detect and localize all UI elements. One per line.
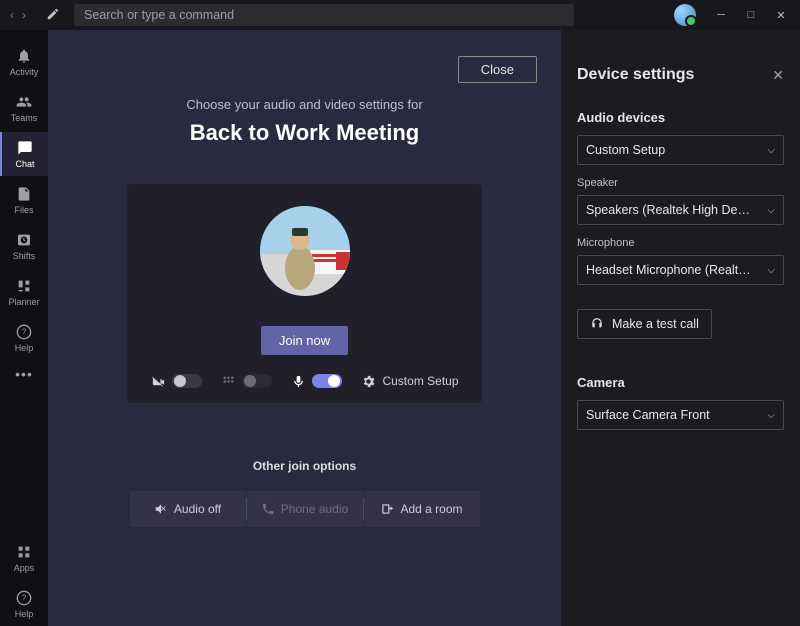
meeting-title: Back to Work Meeting	[190, 120, 419, 146]
video-toggle[interactable]	[172, 374, 202, 388]
choose-settings-text: Choose your audio and video settings for	[186, 97, 422, 112]
files-icon	[15, 185, 33, 203]
select-value: Headset Microphone (Realtek High D...	[586, 263, 751, 277]
speaker-select[interactable]: Speakers (Realtek High Definition Au... …	[577, 195, 784, 225]
help-icon: ?	[15, 323, 33, 341]
window-minimize-icon[interactable]: ─	[706, 0, 736, 30]
sidebar-item-apps[interactable]: Apps	[0, 536, 48, 580]
opt-label: Audio off	[174, 502, 221, 516]
select-value: Speakers (Realtek High Definition Au...	[586, 203, 751, 217]
chat-icon	[16, 139, 34, 157]
history-nav: ‹ ›	[4, 8, 32, 22]
people-icon	[15, 93, 33, 111]
other-join-header: Other join options	[253, 459, 356, 473]
sidebar-item-label: Help	[15, 343, 34, 353]
audio-off-option[interactable]: Audio off	[130, 491, 246, 527]
select-value: Custom Setup	[586, 143, 665, 157]
opt-label: Phone audio	[281, 502, 348, 516]
gear-icon	[360, 373, 376, 389]
add-room-option[interactable]: Add a room	[364, 491, 480, 527]
microphone-icon	[290, 373, 306, 389]
custom-setup-label: Custom Setup	[382, 374, 458, 388]
panel-title: Device settings	[577, 66, 694, 84]
blur-toggle[interactable]	[242, 374, 272, 388]
microphone-select[interactable]: Headset Microphone (Realtek High D... ⌵	[577, 255, 784, 285]
search-input[interactable]: Search or type a command	[74, 4, 574, 26]
test-call-button[interactable]: Make a test call	[577, 309, 712, 339]
opt-label: Add a room	[400, 502, 462, 516]
chevron-down-icon: ⌵	[767, 410, 775, 421]
test-call-label: Make a test call	[612, 317, 699, 331]
phone-audio-option[interactable]: Phone audio	[247, 491, 363, 527]
mic-toggle[interactable]	[312, 374, 342, 388]
video-toggle-group	[150, 373, 202, 389]
device-settings-panel: Device settings ✕ Audio devices Custom S…	[561, 30, 800, 626]
join-now-button[interactable]: Join now	[261, 326, 348, 355]
speaker-label: Speaker	[577, 177, 784, 189]
sidebar-item-activity[interactable]: Activity	[0, 40, 48, 84]
help-icon: ?	[15, 589, 33, 607]
nav-forward-icon[interactable]: ›	[22, 8, 26, 22]
device-settings-link[interactable]: Custom Setup	[360, 373, 458, 389]
title-bar: ‹ › Search or type a command ─ □ ✕	[0, 0, 800, 30]
sidebar-item-label: Shifts	[13, 251, 36, 261]
profile-avatar[interactable]	[674, 4, 696, 26]
sidebar-item-label: Apps	[14, 563, 35, 573]
sidebar-item-label: Files	[14, 205, 33, 215]
blur-toggle-group	[220, 373, 272, 389]
compose-icon[interactable]	[46, 7, 60, 24]
audio-device-select[interactable]: Custom Setup ⌵	[577, 135, 784, 165]
sidebar-item-label: Activity	[10, 67, 39, 77]
svg-text:?: ?	[22, 328, 27, 337]
sidebar-item-chat[interactable]: Chat	[0, 132, 48, 176]
sidebar-item-help[interactable]: ? Help	[0, 582, 48, 626]
sidebar-item-help-top[interactable]: ? Help	[0, 316, 48, 360]
chevron-down-icon: ⌵	[767, 265, 775, 276]
window-maximize-icon[interactable]: □	[736, 0, 766, 30]
svg-text:?: ?	[22, 594, 27, 603]
panel-close-icon[interactable]: ✕	[772, 67, 784, 84]
user-avatar	[260, 206, 350, 296]
sidebar-item-label: Chat	[15, 159, 34, 169]
audio-devices-header: Audio devices	[577, 110, 784, 125]
chevron-down-icon: ⌵	[767, 205, 775, 216]
sidebar-item-teams[interactable]: Teams	[0, 86, 48, 130]
sidebar-item-label: Teams	[11, 113, 38, 123]
blur-icon	[220, 373, 236, 389]
shifts-icon	[15, 231, 33, 249]
app-sidebar: Activity Teams Chat Files Shifts Planner…	[0, 30, 48, 626]
sidebar-item-files[interactable]: Files	[0, 178, 48, 222]
other-join-options: Audio off Phone audio Add a room	[130, 491, 480, 527]
nav-back-icon[interactable]: ‹	[10, 8, 14, 22]
microphone-label: Microphone	[577, 237, 784, 249]
bell-icon	[15, 47, 33, 65]
av-controls: Custom Setup	[150, 373, 458, 389]
sidebar-more-icon[interactable]: •••	[15, 366, 33, 382]
apps-icon	[15, 543, 33, 561]
video-off-icon	[150, 373, 166, 389]
window-close-icon[interactable]: ✕	[766, 0, 796, 30]
camera-select[interactable]: Surface Camera Front ⌵	[577, 400, 784, 430]
sidebar-item-label: Planner	[8, 297, 39, 307]
planner-icon	[15, 277, 33, 295]
headset-icon	[590, 317, 604, 331]
chevron-down-icon: ⌵	[767, 145, 775, 156]
video-preview-card: Join now Custom Setup	[127, 184, 482, 403]
prejoin-area: Close Choose your audio and video settin…	[48, 30, 561, 626]
close-button[interactable]: Close	[458, 56, 537, 83]
search-placeholder: Search or type a command	[84, 8, 234, 22]
select-value: Surface Camera Front	[586, 408, 710, 422]
mic-toggle-group	[290, 373, 342, 389]
sidebar-item-shifts[interactable]: Shifts	[0, 224, 48, 268]
sidebar-item-planner[interactable]: Planner	[0, 270, 48, 314]
sidebar-item-label: Help	[15, 609, 34, 619]
camera-header: Camera	[577, 375, 784, 390]
